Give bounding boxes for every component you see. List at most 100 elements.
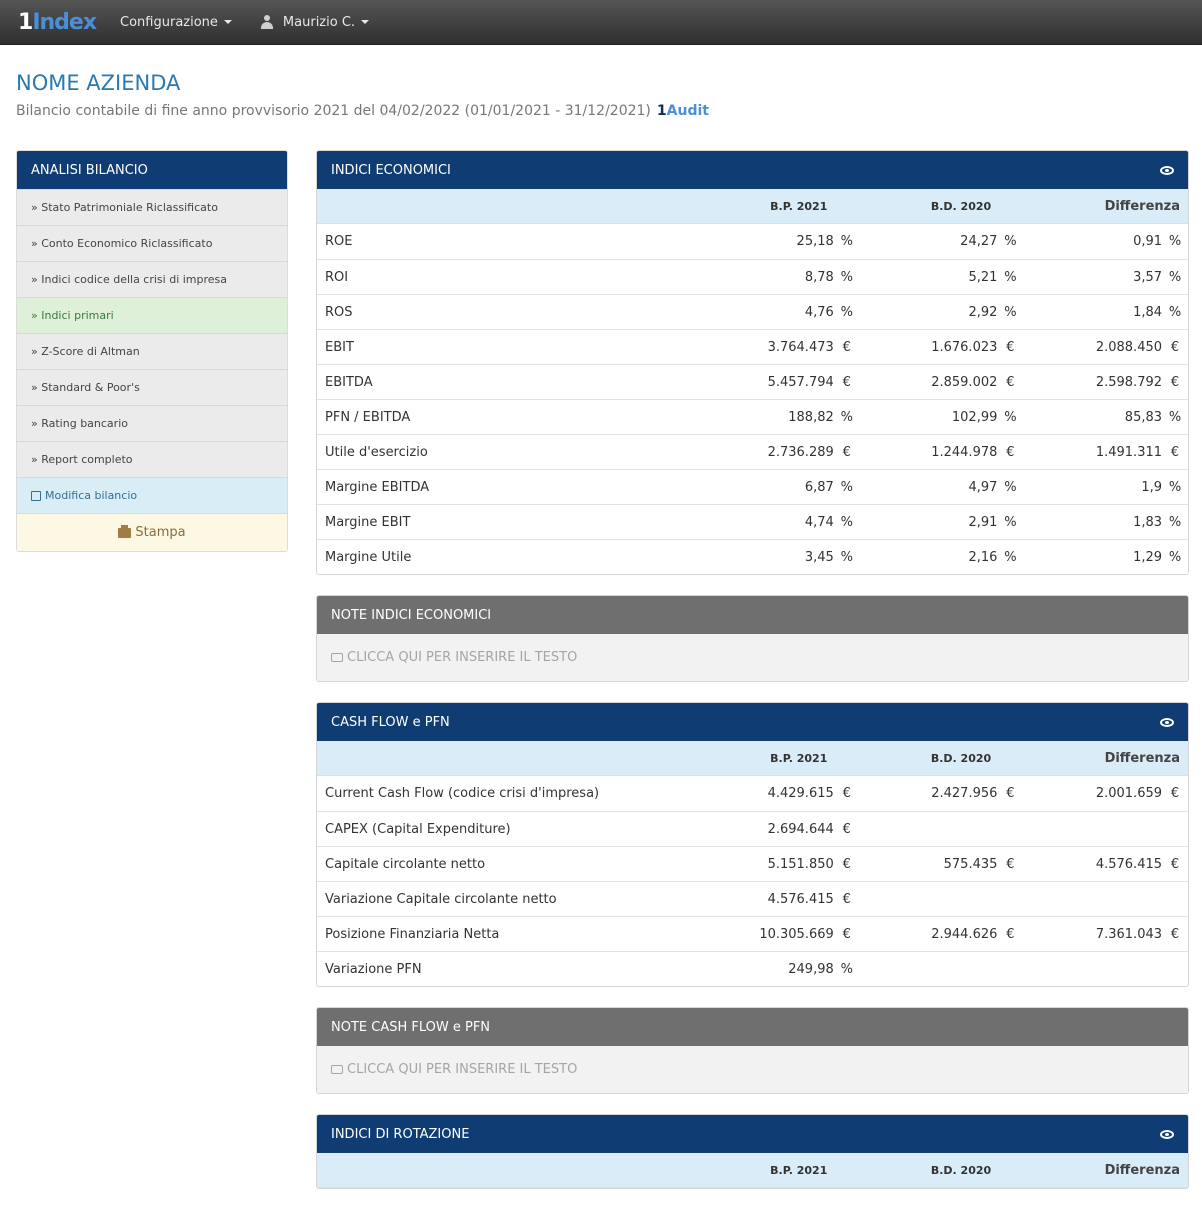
cell-bd: 2,91% — [860, 515, 1024, 530]
table-row: Capitale circolante netto 5.151.850 €575.4… — [317, 846, 1188, 881]
column-header-bp: B.P. 2021 — [770, 751, 828, 765]
sidebar-title: ANALISI BILANCIO — [17, 151, 287, 189]
row-label: PFN / EBITDA — [325, 409, 411, 425]
cell-bd-unit: € — [1006, 444, 1015, 460]
cell-bd-unit: € — [1006, 339, 1015, 355]
cell-bp-value: 4,76 — [804, 304, 834, 320]
modifica-bilancio-label: Modifica bilancio — [45, 489, 138, 502]
print-button[interactable]: Stampa — [17, 513, 287, 551]
table-row: EBITDA 5.457.794 €2.859.002 €2.598.792 € — [317, 364, 1188, 399]
panel-note-cash-flow: NOTE CASH FLOW e PFN CLICCA QUI PER INSE… — [316, 1007, 1189, 1094]
cell-bp-unit: € — [842, 444, 851, 460]
cell-diff-value: 2.598.792 — [1095, 374, 1163, 390]
eye-icon[interactable] — [1160, 1129, 1174, 1139]
cell-diff: 1,83% — [1023, 515, 1188, 530]
cell-bp-unit: % — [840, 234, 853, 249]
cell-diff-unit: € — [1170, 339, 1180, 355]
note-input-area[interactable]: CLICCA QUI PER INSERIRE IL TESTO — [317, 1046, 1188, 1093]
panel-header: NOTE INDICI ECONOMICI — [317, 596, 1188, 634]
cell-diff: 2.001.659 € — [1023, 786, 1188, 801]
sidebar-item-stato-patrimoniale[interactable]: » Stato Patrimoniale Riclassificato — [17, 189, 287, 225]
table-row: ROE 25,18% 24,27% 0,91% — [317, 224, 1188, 259]
user-menu[interactable]: Maurizio C. — [260, 15, 370, 30]
panel-indici-economici: INDICI ECONOMICI B.P. 2021 B.D. 2020 Dif… — [316, 150, 1189, 575]
row-label: Variazione PFN — [325, 961, 422, 977]
row-label: ROE — [325, 234, 353, 249]
cell-diff-value: 1,9 — [1141, 479, 1163, 495]
cell-bd-unit: % — [1004, 304, 1017, 320]
table-row: Posizione Finanziaria Netta 10.305.669 €2.… — [317, 916, 1188, 951]
cell-bd-value: 2,92 — [968, 304, 998, 320]
sidebar-item-indici-crisi[interactable]: » Indici codice della crisi di impresa — [17, 261, 287, 297]
page-title: NOME AZIENDA — [16, 71, 181, 95]
cell-diff-value: 2.088.450 — [1095, 339, 1163, 355]
cell-bd: 1.244.978 € — [860, 445, 1024, 460]
cell-diff-value: 4.576.415 — [1095, 856, 1163, 872]
cell-bp-unit: € — [842, 891, 851, 907]
cell-diff: 85,83% — [1023, 410, 1188, 425]
column-header-bd: B.D. 2020 — [930, 199, 992, 213]
cell-bd-value: 4,97 — [968, 479, 998, 495]
cell-bp-value: 249,98 — [788, 961, 834, 977]
row-label: Margine EBITDA — [325, 479, 430, 495]
table-row: EBIT 3.764.473 €1.676.023 €2.088.450 € — [317, 329, 1188, 364]
cell-diff: 7.361.043 € — [1023, 927, 1188, 942]
cell-bp: 2.694.644 € — [696, 822, 860, 837]
cell-bp-unit: % — [840, 304, 853, 320]
eye-icon[interactable] — [1160, 717, 1174, 727]
cell-bp: 4,76% — [696, 305, 860, 320]
cell-diff: 3,57% — [1023, 270, 1188, 285]
cell-bd: 2,16% — [860, 550, 1024, 565]
cell-diff-unit: % — [1168, 304, 1182, 320]
cell-bd-value: 575.435 — [943, 856, 998, 872]
cell-bp: 4.429.615 € — [696, 786, 860, 801]
column-header-bd: B.D. 2020 — [930, 751, 992, 765]
config-menu-label: Configurazione — [120, 14, 218, 30]
cell-bp-value: 6,87 — [804, 479, 834, 495]
column-header-diff: Differenza — [1104, 1162, 1180, 1178]
config-menu[interactable]: Configurazione — [120, 15, 232, 30]
column-header-bd: B.D. 2020 — [930, 1163, 992, 1177]
cell-bp: 188,82% — [696, 410, 860, 425]
cell-bd: 5,21% — [860, 270, 1024, 285]
panel-header: INDICI ECONOMICI — [317, 151, 1188, 189]
modifica-bilancio-link[interactable]: Modifica bilancio — [17, 477, 287, 513]
brand-logo-word: Index — [32, 9, 97, 35]
note-input-area[interactable]: CLICCA QUI PER INSERIRE IL TESTO — [317, 634, 1188, 681]
cell-diff-unit: € — [1170, 856, 1180, 872]
row-label: Current Cash Flow (codice crisi d'impres… — [325, 786, 600, 801]
cell-diff-unit: % — [1168, 549, 1182, 565]
cell-bp: 5.151.850 € — [696, 857, 860, 872]
cell-bd-value: 2,16 — [968, 549, 998, 565]
cell-diff-value: 1,29 — [1133, 549, 1163, 565]
cell-bp: 5.457.794 € — [696, 375, 860, 390]
sidebar-item-indici-primari[interactable]: » Indici primari — [17, 297, 287, 333]
cell-bp: 8,78% — [696, 270, 860, 285]
brand-logo[interactable]: 1 Index — [18, 9, 97, 35]
cell-bp: 2.736.289 € — [696, 445, 860, 460]
cell-diff-unit: € — [1170, 374, 1180, 390]
table-row: Margine Utile 3,45% 2,16% 1,29% — [317, 539, 1188, 574]
cell-bd-value: 2.859.002 — [931, 374, 998, 390]
cell-bp-value: 10.305.669 — [759, 926, 834, 942]
column-header-bp: B.P. 2021 — [770, 1163, 828, 1177]
panel-note-indici-economici: NOTE INDICI ECONOMICI CLICCA QUI PER INS… — [316, 595, 1189, 682]
cell-bp: 249,98% — [696, 962, 860, 977]
sidebar-item-rating-bancario[interactable]: » Rating bancario — [17, 405, 287, 441]
sidebar-item-z-score[interactable]: » Z-Score di Altman — [17, 333, 287, 369]
sidebar-item-standard-poors[interactable]: » Standard & Poor's — [17, 369, 287, 405]
cell-diff: 1,29% — [1023, 550, 1188, 565]
sidebar-item-conto-economico[interactable]: » Conto Economico Riclassificato — [17, 225, 287, 261]
cell-bp-value: 3,45 — [804, 549, 834, 565]
user-icon — [260, 15, 274, 29]
column-headers: B.P. 2021 B.D. 2020 Differenza — [317, 741, 1188, 776]
cell-diff-value: 0,91 — [1133, 234, 1163, 249]
cell-bp-unit: % — [840, 479, 853, 495]
print-label: Stampa — [135, 525, 186, 540]
panel-header: INDICI DI ROTAZIONE — [317, 1115, 1188, 1153]
sidebar-item-report-completo[interactable]: » Report completo — [17, 441, 287, 477]
table-row: ROS 4,76% 2,92% 1,84% — [317, 294, 1188, 329]
eye-icon[interactable] — [1160, 165, 1174, 175]
page-subtitle: Bilancio contabile di fine anno provviso… — [16, 103, 1186, 119]
audit-logo: 1Audit — [657, 103, 709, 119]
